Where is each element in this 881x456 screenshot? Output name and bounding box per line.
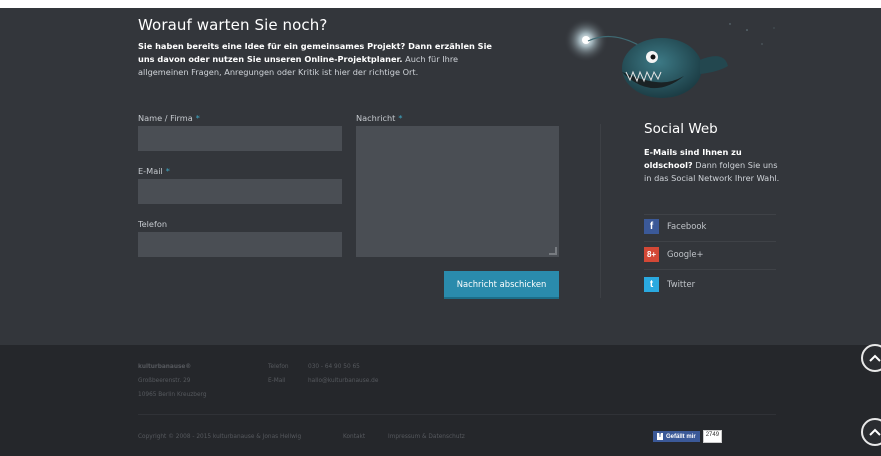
anglerfish-illustration [564,18,775,98]
chevron-up-icon [869,354,881,362]
column-divider [600,124,601,298]
social-text: E-Mails sind Ihnen zu oldschool? Dann fo… [644,146,784,185]
section-title: Worauf warten Sie noch? [138,16,328,34]
footer-mail-label: E-Mail [268,378,286,384]
message-textarea[interactable] [356,126,559,257]
facebook-icon: f [657,433,663,440]
social-link-label: Twitter [667,279,696,289]
required-mark: * [165,166,170,176]
divider [644,241,776,242]
footer-link-impressum[interactable]: Impressum & Datenschutz [388,434,465,440]
twitter-icon: t [644,276,659,292]
footer-divider [138,414,776,415]
facebook-like-widget[interactable]: f Gefällt mir 2749 [653,430,723,443]
footer-company: kulturbanause® [138,364,192,370]
phone-label: Telefon [138,219,168,229]
divider [644,269,776,270]
name-input[interactable] [138,126,342,151]
like-count: 2749 [702,430,723,443]
social-link-twitter[interactable]: t Twitter [644,273,776,295]
name-label: Name / Firma * [138,113,200,123]
copyright: Copyright © 2008 - 2015 kulturbanause & … [138,434,302,440]
facebook-like-button[interactable]: f Gefällt mir [653,431,700,442]
social-link-label: Facebook [667,221,707,231]
phone-input[interactable] [138,232,342,257]
footer-mail[interactable]: hallo@kulturbanause.de [308,378,378,384]
social-link-label: Google+ [667,249,704,259]
footer-street: Großbeerenstr. 29 [138,378,191,384]
google-plus-icon: 8+ [644,246,659,262]
chevron-up-icon [869,428,881,436]
scroll-top-button[interactable] [861,418,881,446]
intro-text: Sie haben bereits eine Idee für ein geme… [138,40,498,79]
facebook-icon: f [644,218,659,234]
scroll-top-button[interactable] [861,344,881,372]
required-mark: * [195,113,200,123]
email-label: E-Mail * [138,166,170,176]
footer-phone-label: Telefon [268,364,289,370]
resize-grip[interactable] [549,247,559,257]
footer-phone[interactable]: 030 - 64 90 50 65 [308,364,360,370]
footer-city: 10965 Berlin Kreuzberg [138,392,207,398]
social-title: Social Web [644,121,718,137]
required-mark: * [398,113,403,123]
send-message-button[interactable]: Nachricht abschicken [444,271,559,297]
social-link-facebook[interactable]: f Facebook [644,215,776,237]
social-link-google-plus[interactable]: 8+ Google+ [644,243,776,265]
email-input[interactable] [138,179,342,204]
message-label: Nachricht * [356,113,403,123]
footer-link-kontakt[interactable]: Kontakt [343,434,365,440]
